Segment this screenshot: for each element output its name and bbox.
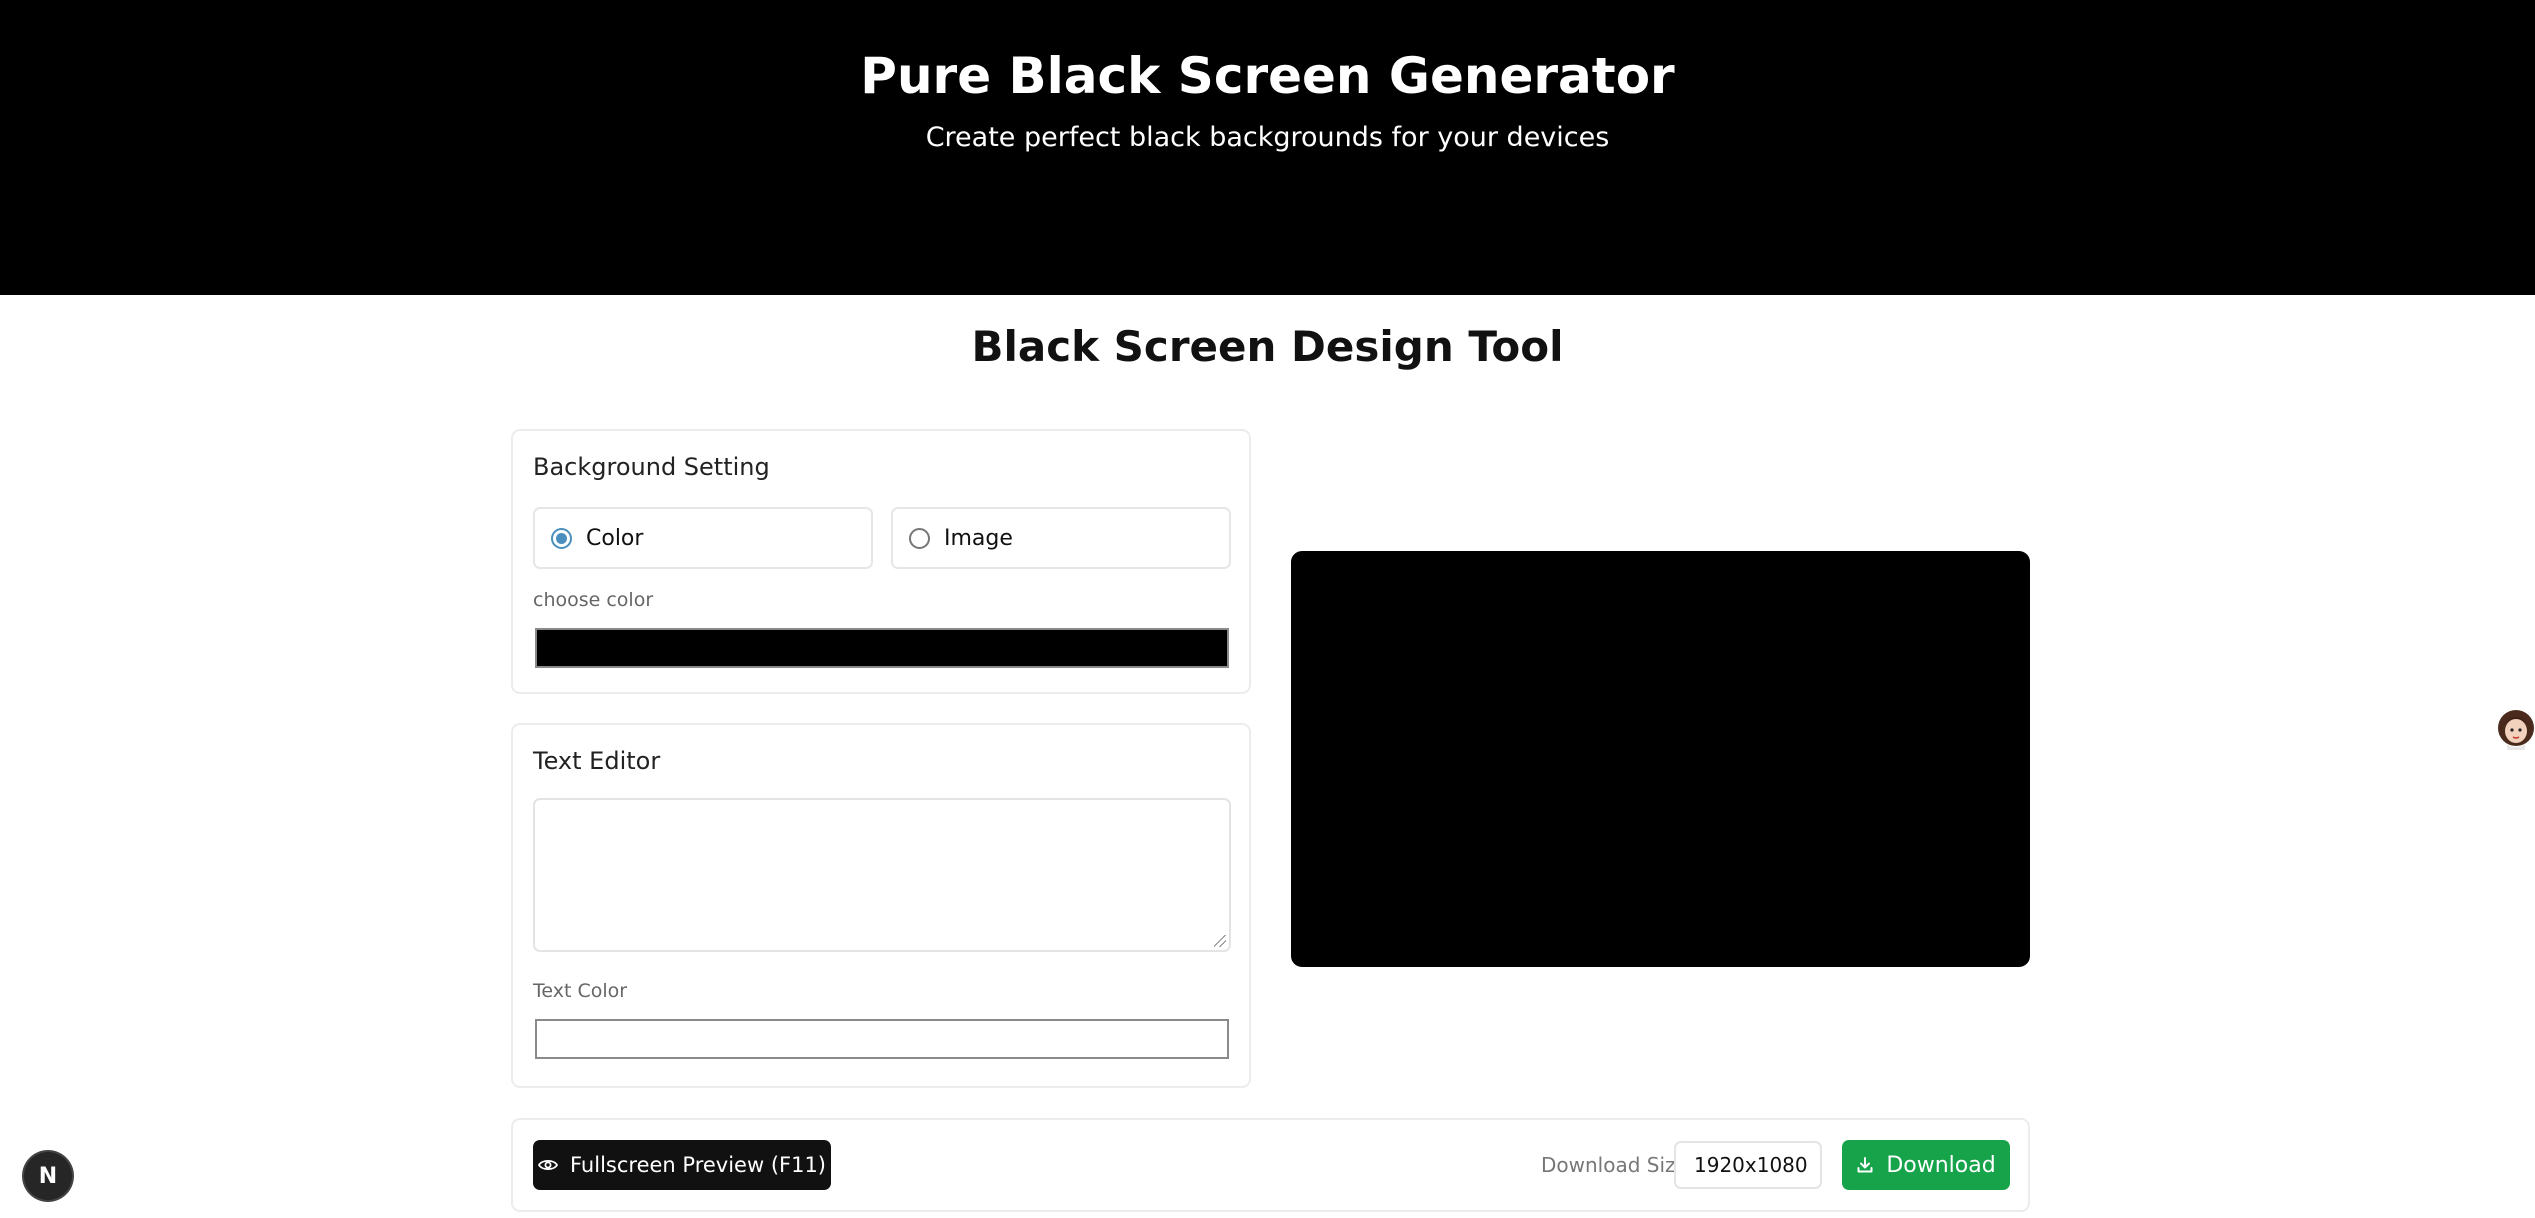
eye-icon xyxy=(538,1159,558,1171)
hero-banner: Pure Black Screen Generator Create perfe… xyxy=(0,0,2535,295)
fullscreen-preview-label: Fullscreen Preview (F11) xyxy=(570,1153,826,1177)
avatar-face-icon xyxy=(2498,710,2534,750)
nextjs-dev-badge[interactable]: N xyxy=(24,1152,72,1200)
download-button[interactable]: Download xyxy=(1842,1140,2010,1190)
download-size-value: 1920x1080 xyxy=(1694,1153,1808,1177)
radio-color-label: Color xyxy=(586,525,644,551)
radio-option-image[interactable]: Image xyxy=(891,507,1231,569)
page-subtitle: Create perfect black backgrounds for you… xyxy=(925,122,1610,153)
next-badge-letter: N xyxy=(38,1163,58,1189)
black-screen-preview xyxy=(1291,551,2030,967)
text-editor-textarea[interactable] xyxy=(533,798,1231,952)
page-title: Pure Black Screen Generator xyxy=(860,47,1675,105)
background-color-picker[interactable] xyxy=(535,628,1229,668)
download-icon xyxy=(1857,1157,1873,1173)
radio-option-color[interactable]: Color xyxy=(533,507,873,569)
radio-image-label: Image xyxy=(944,525,1013,551)
text-color-label: Text Color xyxy=(533,980,628,1002)
assistant-avatar[interactable] xyxy=(2494,706,2534,750)
radio-image-unchecked-icon[interactable] xyxy=(909,527,930,549)
download-size-select[interactable]: 1920x1080 xyxy=(1674,1141,1822,1189)
radio-color-checked-icon[interactable] xyxy=(551,527,572,549)
text-editor-heading: Text Editor xyxy=(533,747,661,775)
tool-title: Black Screen Design Tool xyxy=(971,322,1564,371)
action-bar: Fullscreen Preview (F11) Download Size 1… xyxy=(511,1118,2030,1212)
choose-color-label: choose color xyxy=(533,589,654,611)
text-color-picker[interactable] xyxy=(535,1019,1229,1059)
text-editor-card: Text Editor Text Color xyxy=(511,723,1251,1088)
background-setting-card: Background Setting Color Image choose co… xyxy=(511,429,1251,694)
resize-grip-icon[interactable] xyxy=(1214,935,1226,947)
download-size-label: Download Size xyxy=(1541,1153,1688,1177)
background-setting-heading: Background Setting xyxy=(533,453,770,481)
download-label: Download xyxy=(1886,1152,1996,1178)
fullscreen-preview-button[interactable]: Fullscreen Preview (F11) xyxy=(533,1140,831,1190)
